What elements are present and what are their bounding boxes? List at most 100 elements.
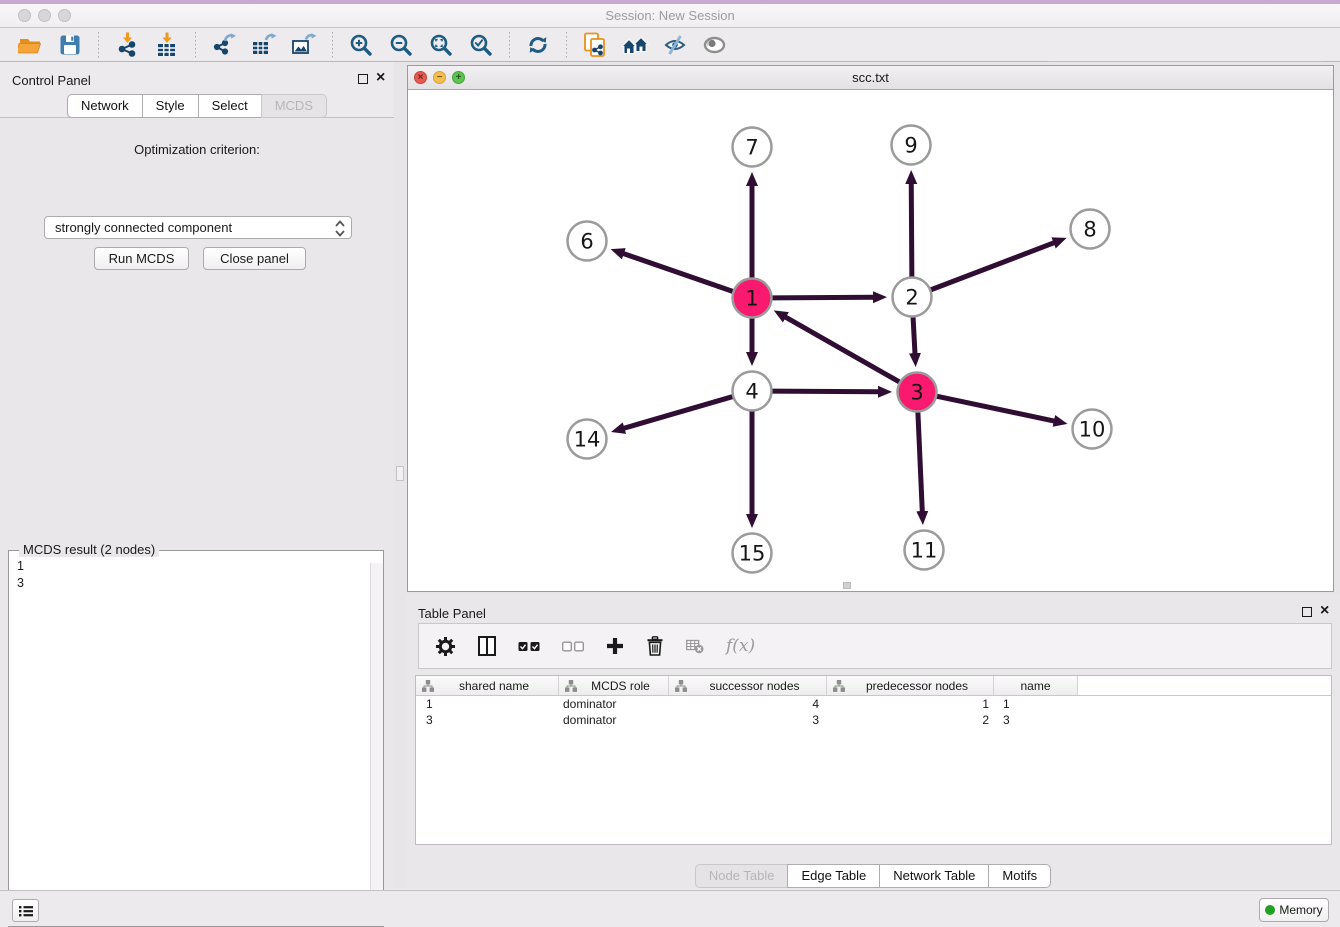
graph-edge-1-6[interactable]: [623, 253, 733, 291]
canvas-scrollbar-handle[interactable]: [843, 582, 851, 589]
cell-successor-nodes[interactable]: 3: [669, 712, 827, 728]
close-panel-button[interactable]: Close panel: [203, 247, 306, 270]
cell-shared-name[interactable]: 1: [416, 696, 559, 712]
table-row-2[interactable]: 3dominator323: [416, 712, 1331, 728]
graph-edge-3-11[interactable]: [918, 412, 922, 512]
graph-node-label-14: 14: [574, 428, 601, 452]
cell-mcds-role[interactable]: dominator: [559, 696, 669, 712]
optimization-criterion-label: Optimization criterion:: [0, 142, 394, 157]
network-window-titlebar[interactable]: × − + scc.txt: [408, 66, 1333, 90]
column-header-successor-nodes[interactable]: successor nodes: [669, 676, 827, 695]
graph-edge-3-10[interactable]: [937, 396, 1055, 421]
refresh-view-icon[interactable]: [523, 31, 553, 59]
control-panel-tabs: NetworkStyleSelectMCDS: [0, 94, 394, 118]
titlebar[interactable]: Session: New Session: [0, 4, 1340, 28]
apply-function-icon[interactable]: f(x): [726, 636, 755, 656]
deselect-all-icon[interactable]: [562, 641, 584, 652]
graph-edge-1-2[interactable]: [772, 297, 874, 298]
import-network-icon[interactable]: [112, 31, 142, 59]
cell-mcds-role[interactable]: dominator: [559, 712, 669, 728]
memory-button[interactable]: Memory: [1259, 898, 1329, 922]
tab-motifs[interactable]: Motifs: [988, 864, 1051, 888]
close-table-panel-icon[interactable]: ×: [1320, 601, 1329, 621]
mcds-result-item: 1: [17, 558, 24, 575]
tab-mcds[interactable]: MCDS: [261, 94, 327, 118]
column-header-name[interactable]: name: [994, 676, 1078, 695]
tab-edge-table[interactable]: Edge Table: [787, 864, 880, 888]
network-minimize-traffic-light[interactable]: −: [433, 71, 446, 84]
zoom-in-icon[interactable]: [346, 31, 376, 59]
table-row-1[interactable]: 1dominator411: [416, 696, 1331, 712]
cell-name[interactable]: 1: [994, 696, 1078, 712]
graph-edge-4-14[interactable]: [623, 397, 732, 429]
hide-graphics-details-icon[interactable]: [660, 31, 690, 59]
cell-name[interactable]: 3: [994, 712, 1078, 728]
network-maximize-traffic-light[interactable]: +: [452, 71, 465, 84]
graph-edge-2-3[interactable]: [913, 317, 915, 354]
window-title: Session: New Session: [0, 4, 1340, 27]
export-image-icon[interactable]: [289, 31, 319, 59]
graph-edge-3-1[interactable]: [785, 317, 900, 382]
cell-successor-nodes[interactable]: 4: [669, 696, 827, 712]
close-traffic-light[interactable]: [18, 9, 31, 22]
table-panel-header: Table Panel ×: [406, 595, 1340, 623]
export-network-icon[interactable]: [209, 31, 239, 59]
show-columns-icon[interactable]: [478, 636, 496, 656]
panel-splitter-handle[interactable]: [396, 466, 404, 481]
cell-predecessor-nodes[interactable]: 1: [827, 696, 994, 712]
tab-node-table[interactable]: Node Table: [695, 864, 789, 888]
tab-select[interactable]: Select: [198, 94, 262, 118]
column-header-shared-name[interactable]: shared name: [416, 676, 559, 695]
zoom-selected-icon[interactable]: [466, 31, 496, 59]
mcds-result-list[interactable]: 13: [17, 558, 24, 592]
main-toolbar: [0, 28, 1340, 62]
cell-shared-name[interactable]: 3: [416, 712, 559, 728]
import-table-icon[interactable]: [152, 31, 182, 59]
zoom-out-icon[interactable]: [386, 31, 416, 59]
control-panel: Control Panel × NetworkStyleSelectMCDS O…: [0, 62, 394, 888]
column-header-mcds-role[interactable]: MCDS role: [559, 676, 669, 695]
tab-style[interactable]: Style: [142, 94, 199, 118]
column-label: successor nodes: [689, 679, 820, 693]
network-canvas[interactable]: 7968124314101511: [408, 90, 1333, 591]
save-session-icon[interactable]: [55, 31, 85, 59]
header-filler: [1078, 676, 1331, 695]
show-panel-list-button[interactable]: [12, 899, 39, 922]
add-row-icon[interactable]: [606, 637, 624, 655]
column-label: MCDS role: [579, 679, 662, 693]
delete-columns-icon[interactable]: [686, 638, 704, 654]
network-view-window: × − + scc.txt 7968124314101511: [407, 65, 1334, 592]
float-table-panel-icon[interactable]: [1302, 607, 1312, 617]
column-label: predecessor nodes: [847, 679, 987, 693]
optimization-criterion-select[interactable]: strongly connected component: [44, 216, 352, 239]
fx-label: f(x): [726, 636, 755, 656]
graph-node-label-3: 3: [910, 381, 923, 405]
maximize-traffic-light[interactable]: [58, 9, 71, 22]
tab-network-table[interactable]: Network Table: [879, 864, 989, 888]
show-graphics-details-icon[interactable]: [700, 31, 730, 59]
close-panel-icon[interactable]: ×: [376, 68, 385, 88]
graph-edge-2-8[interactable]: [931, 243, 1055, 290]
table-settings-icon[interactable]: [435, 636, 456, 657]
float-panel-icon[interactable]: [358, 74, 368, 84]
result-scrollbar-track[interactable]: [370, 563, 383, 926]
column-header-predecessor-nodes[interactable]: predecessor nodes: [827, 676, 994, 695]
memory-label: Memory: [1279, 903, 1322, 917]
cell-predecessor-nodes[interactable]: 2: [827, 712, 994, 728]
graph-edge-4-3[interactable]: [772, 391, 879, 392]
export-table-icon[interactable]: [249, 31, 279, 59]
control-panel-title: Control Panel: [12, 73, 91, 88]
run-mcds-button[interactable]: Run MCDS: [94, 247, 189, 270]
select-all-icon[interactable]: [518, 641, 540, 652]
delete-row-icon[interactable]: [646, 636, 664, 656]
minimize-traffic-light[interactable]: [38, 9, 51, 22]
copy-current-network-icon[interactable]: [580, 31, 610, 59]
graph-edge-2-9[interactable]: [911, 183, 912, 277]
network-close-traffic-light[interactable]: ×: [414, 71, 427, 84]
open-session-icon[interactable]: [15, 31, 45, 59]
zoom-fit-icon[interactable]: [426, 31, 456, 59]
hierarchy-icon: [675, 680, 687, 692]
tab-network[interactable]: Network: [67, 94, 143, 118]
toolbar-separator: [332, 32, 333, 58]
show-all-networks-icon[interactable]: [620, 31, 650, 59]
